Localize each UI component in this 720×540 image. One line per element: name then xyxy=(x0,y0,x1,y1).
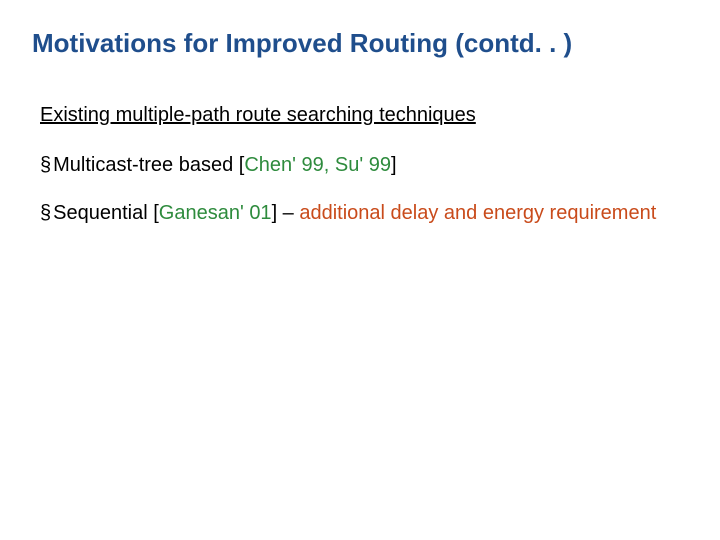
bullet-text-mid: ] – xyxy=(272,202,300,224)
bullet-marker-icon: § xyxy=(40,152,51,179)
slide: Motivations for Improved Routing (contd.… xyxy=(0,0,720,540)
citation: Chen' 99, Su' 99 xyxy=(244,154,391,176)
bullet-marker-icon: § xyxy=(40,200,51,227)
subheading: Existing multiple-path route searching t… xyxy=(40,104,476,127)
bullet-item: §Multicast-tree based [Chen' 99, Su' 99] xyxy=(40,152,680,179)
citation: Ganesan' 01 xyxy=(159,202,272,224)
bullet-item: §Sequential [Ganesan' 01] – additional d… xyxy=(40,200,680,227)
bullet-text-pre: Sequential [ xyxy=(53,202,159,224)
emphasis-text: additional delay and energy requirement xyxy=(299,202,656,224)
bullet-text-post: ] xyxy=(391,154,397,176)
bullet-text-pre: Multicast-tree based [ xyxy=(53,154,244,176)
slide-title: Motivations for Improved Routing (contd.… xyxy=(32,28,688,59)
